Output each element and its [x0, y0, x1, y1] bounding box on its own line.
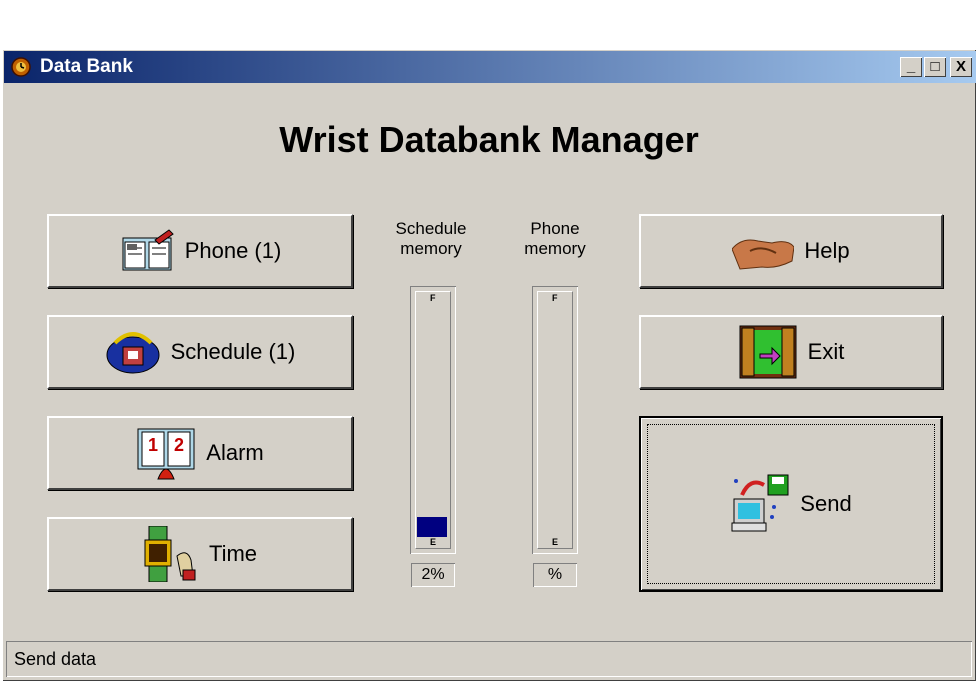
close-button[interactable]: X: [950, 57, 972, 77]
address-book-icon: [122, 229, 174, 271]
minimize-button[interactable]: _: [900, 57, 922, 77]
gauge-full-mark: F: [430, 293, 436, 303]
title-bar[interactable]: Data Bank _ □ X: [4, 51, 976, 83]
phone-memory-label: Phone memory: [524, 219, 586, 258]
help-button-label: Help: [804, 238, 850, 263]
maximize-button[interactable]: □: [924, 57, 946, 77]
schedule-button[interactable]: Schedule (1): [47, 315, 353, 389]
exit-button-label: Exit: [807, 339, 845, 364]
world-clock-icon: [11, 57, 31, 77]
phone-memory-gauge: F E: [532, 286, 578, 554]
schedule-button-label: Schedule (1): [170, 339, 296, 364]
time-button[interactable]: Time: [47, 517, 353, 591]
schedule-memory-label: Schedule memory: [395, 219, 467, 258]
status-bar: Send data: [6, 641, 972, 677]
schedule-memory-fill: [417, 517, 447, 537]
status-text: Send data: [14, 649, 97, 669]
gauge-empty-mark: E: [552, 537, 559, 547]
focus-ring: [647, 424, 935, 584]
time-button-label: Time: [208, 541, 258, 566]
watch-icon: [144, 526, 196, 582]
globe-phone-icon: [106, 332, 160, 374]
calendar-bell-icon: 1 2: [137, 428, 195, 480]
alarm-button-label: Alarm: [206, 440, 264, 465]
alarm-button[interactable]: 1 2 Alarm: [47, 416, 353, 490]
svg-text:1: 1: [148, 435, 158, 455]
help-button[interactable]: Help: [639, 214, 943, 288]
door-exit-icon: [739, 325, 797, 379]
window-title: Data Bank: [40, 56, 133, 77]
phone-button[interactable]: Phone (1): [47, 214, 353, 288]
phone-button-label: Phone (1): [184, 238, 282, 263]
app-window: Data Bank _ □ X Wrist Databank Manager P…: [2, 49, 976, 681]
schedule-memory-gauge: F E: [410, 286, 456, 554]
exit-button[interactable]: Exit: [639, 315, 943, 389]
gauge-full-mark: F: [552, 293, 558, 303]
phone-memory-percent: %: [533, 563, 577, 587]
send-button[interactable]: Send: [639, 416, 943, 592]
svg-text:2: 2: [174, 435, 184, 455]
gauge-empty-mark: E: [430, 537, 437, 547]
schedule-memory-percent: 2%: [411, 563, 455, 587]
page-title: Wrist Databank Manager: [279, 119, 699, 160]
handshake-icon: [732, 239, 795, 270]
